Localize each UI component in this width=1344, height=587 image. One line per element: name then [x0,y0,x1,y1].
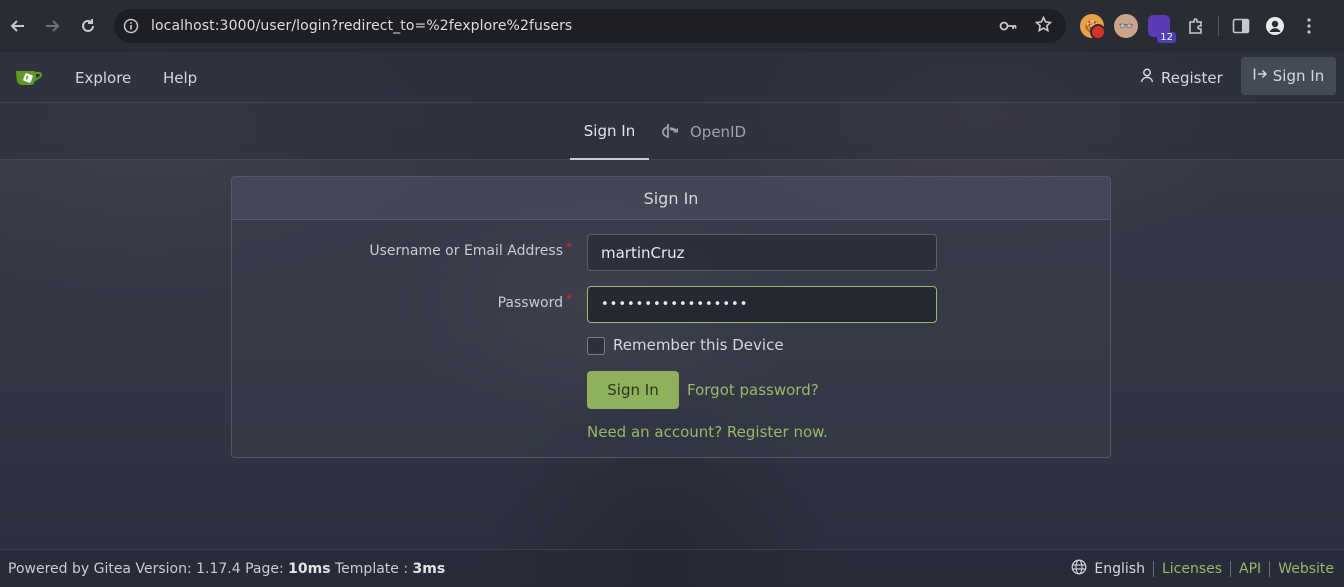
browser-toolbar: localhost:3000/user/login?redirect_to=%2… [0,0,1344,52]
address-bar[interactable]: localhost:3000/user/login?redirect_to=%2… [114,9,1066,43]
footer-separator [1152,560,1154,577]
password-input[interactable]: ••••••••••••••••• [587,286,937,323]
top-navbar: Explore Help Register Sign In [0,52,1344,103]
remember-device-label[interactable]: Remember this Device [613,336,784,354]
password-key-icon[interactable] [999,17,1017,36]
page-footer: Powered by Gitea Version: 1.17.4 Page: 1… [0,549,1344,587]
extension-adblock-icon[interactable]: 🍪 [1080,14,1106,40]
footer-separator [1230,560,1232,577]
password-label: Password * [497,292,572,311]
username-label-text: Username or Email Address [369,243,563,259]
register-label: Register [1161,68,1223,87]
gitea-logo-icon[interactable] [14,66,44,88]
footer-api-link[interactable]: API [1239,561,1261,577]
footer-separator [1269,560,1271,577]
user-icon [1140,68,1154,87]
login-form-card: Sign In Username or Email Address * marti… [231,176,1111,458]
extension-purple-icon[interactable]: 12 [1148,15,1176,43]
language-label: English [1094,560,1145,577]
template-text: Template : [330,560,413,577]
forward-arrow-icon[interactable] [34,8,70,44]
remember-device-checkbox[interactable] [587,337,605,355]
forgot-password-link[interactable]: Forgot password? [687,381,819,399]
powered-by-text: Powered by Gitea Version: 1.17.4 Page: [8,560,289,577]
nav-register-link[interactable]: Register [1140,52,1223,103]
username-value: martinCruz [601,243,685,262]
profile-avatar-icon[interactable] [1263,14,1287,38]
nav-help-link[interactable]: Help [163,52,197,103]
sign-in-submit-button[interactable]: Sign In [587,371,679,409]
extensions-puzzle-icon[interactable] [1184,14,1208,38]
site-info-icon[interactable] [114,18,148,34]
extension-face-icon[interactable]: 👓 [1114,14,1138,38]
browser-menu-icon[interactable] [1297,14,1321,38]
form-title: Sign In [232,177,1110,220]
bookmark-star-icon[interactable] [1034,15,1053,37]
username-input[interactable]: martinCruz [587,234,937,271]
footer-version-info: Powered by Gitea Version: 1.17.4 Page: 1… [8,561,445,577]
nav-explore-link[interactable]: Explore [75,52,131,103]
sign-in-icon [1253,67,1267,85]
toolbar-separator [1218,16,1219,36]
footer-licenses-link[interactable]: Licenses [1162,561,1222,577]
back-arrow-icon[interactable] [0,8,36,44]
extension-badge: 12 [1157,32,1176,43]
template-time: 3ms [412,560,446,577]
side-panel-icon[interactable] [1229,14,1253,38]
login-tabs: Sign In OpenID [0,103,1344,160]
nav-sign-in-button[interactable]: Sign In [1241,57,1336,95]
language-selector[interactable]: English [1071,559,1145,579]
url-text: localhost:3000/user/login?redirect_to=%2… [151,18,573,34]
password-label-text: Password [497,295,563,311]
sign-in-label: Sign In [1272,67,1325,85]
reload-icon[interactable] [70,8,106,44]
username-label: Username or Email Address * [369,240,572,259]
globe-icon [1071,559,1087,579]
password-value: ••••••••••••••••• [601,297,749,312]
register-now-link[interactable]: Need an account? Register now. [587,423,828,441]
tab-openid-label: OpenID [690,122,747,141]
openid-icon [662,122,682,142]
footer-website-link[interactable]: Website [1278,561,1334,577]
required-mark: * [566,240,572,254]
page-time: 10ms [288,560,331,577]
required-mark: * [566,292,572,306]
tab-openid[interactable]: OpenID [662,103,746,160]
tab-sign-in[interactable]: Sign In [570,103,649,160]
